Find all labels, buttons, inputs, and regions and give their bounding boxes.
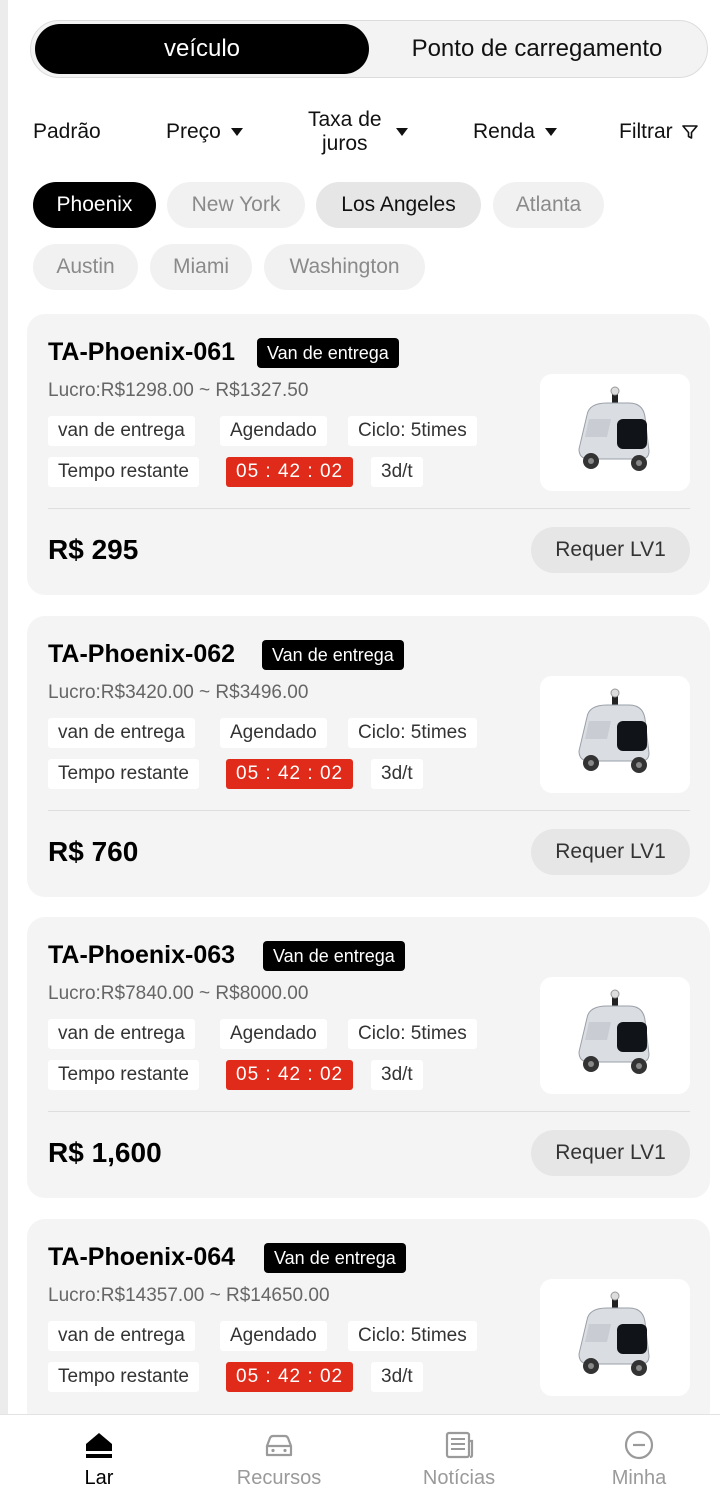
require-level-button[interactable]: Requer LV1	[531, 829, 690, 875]
vehicle-card-title: TA-Phoenix-063	[48, 941, 236, 969]
vehicle-card[interactable]: TA-Phoenix-061 Van de entrega Lucro:R$12…	[27, 314, 710, 595]
filter-label: Filtrar	[619, 120, 673, 143]
tag-status: Agendado	[220, 718, 327, 748]
nav-home[interactable]: Lar	[9, 1415, 189, 1501]
tag-type: van de entrega	[48, 1321, 195, 1351]
nav-news[interactable]: Notícias	[369, 1415, 549, 1501]
rate-tag: 3d/t	[371, 1060, 423, 1090]
app-screen: veículo Ponto de carregamento Padrão Pre…	[0, 0, 720, 1501]
require-level-button[interactable]: Requer LV1	[531, 527, 690, 573]
city-chip-miami[interactable]: Miami	[150, 244, 252, 290]
caret-down-icon	[230, 128, 243, 136]
delivery-robot-van-image	[578, 688, 650, 773]
left-edge	[0, 0, 8, 1500]
tag-cycle: Ciclo: 5times	[348, 1019, 477, 1049]
vehicle-image	[540, 374, 690, 491]
sort-income[interactable]: Renda	[473, 104, 557, 160]
sort-bar: Padrão Preço Taxa de juros Renda Filtrar	[0, 104, 720, 160]
sort-income-label: Renda	[473, 120, 535, 143]
tag-status: Agendado	[220, 416, 327, 446]
vehicle-card[interactable]: TA-Phoenix-063 Van de entrega Lucro:R$78…	[27, 917, 710, 1198]
sort-interest-label: Taxa de juros	[308, 108, 382, 156]
sort-price[interactable]: Preço	[166, 104, 243, 160]
rate-tag: 3d/t	[371, 1362, 423, 1392]
profit-range: Lucro:R$1298.00 ~ R$1327.50	[48, 380, 309, 401]
tag-status: Agendado	[220, 1321, 327, 1351]
sort-interest-line1: Taxa de	[308, 108, 382, 131]
city-chip-phoenix[interactable]: Phoenix	[33, 182, 156, 228]
vehicle-card-title: TA-Phoenix-064	[48, 1243, 236, 1271]
vehicle-card[interactable]: TA-Phoenix-064 Van de entrega Lucro:R$14…	[27, 1219, 710, 1429]
vehicle-type-tabs: veículo Ponto de carregamento	[30, 20, 708, 78]
car-icon	[265, 1434, 293, 1457]
vehicle-type-badge: Van de entrega	[262, 640, 404, 670]
vehicle-type-badge: Van de entrega	[263, 941, 405, 971]
sort-default[interactable]: Padrão	[33, 104, 101, 160]
city-chip-washington[interactable]: Washington	[264, 244, 425, 290]
sort-price-label: Preço	[166, 120, 221, 143]
nav-home-label: Lar	[84, 1467, 114, 1489]
city-chip-los-angeles[interactable]: Los Angeles	[316, 182, 481, 228]
require-level-button[interactable]: Requer LV1	[531, 1130, 690, 1176]
city-chip-austin[interactable]: Austin	[33, 244, 138, 290]
vehicle-card[interactable]: TA-Phoenix-062 Van de entrega Lucro:R$34…	[27, 616, 710, 897]
rate-tag: 3d/t	[371, 457, 423, 487]
tab-charging-point[interactable]: Ponto de carregamento	[369, 24, 705, 74]
countdown-timer: 05 : 42 : 02	[226, 457, 354, 487]
filter-icon	[681, 125, 698, 139]
vehicle-price: R$ 295	[48, 534, 139, 565]
tag-type: van de entrega	[48, 718, 195, 748]
caret-down-icon	[544, 128, 557, 136]
vehicle-card-title: TA-Phoenix-062	[48, 640, 236, 668]
nav-profile-label: Minha	[611, 1467, 667, 1489]
tag-cycle: Ciclo: 5times	[348, 416, 477, 446]
remaining-time-label: Tempo restante	[48, 759, 199, 789]
nav-resources-label: Recursos	[236, 1467, 322, 1489]
sort-interest-line2: juros	[322, 132, 368, 155]
card-divider	[48, 508, 690, 509]
profile-icon	[624, 1430, 654, 1460]
card-divider	[48, 1111, 690, 1112]
nav-news-label: Notícias	[422, 1467, 496, 1489]
countdown-timer: 05 : 42 : 02	[226, 1362, 354, 1392]
delivery-robot-van-image	[578, 1291, 650, 1376]
vehicle-card-title: TA-Phoenix-061	[48, 338, 236, 366]
delivery-robot-van-image	[578, 386, 650, 471]
card-divider	[48, 810, 690, 811]
bottom-navigation: Lar Recursos Notícias Minha	[0, 1414, 720, 1501]
vehicle-type-badge: Van de entrega	[257, 338, 399, 368]
countdown-timer: 05 : 42 : 02	[226, 1060, 354, 1090]
vehicle-type-badge: Van de entrega	[264, 1243, 406, 1273]
caret-down-icon	[395, 128, 408, 136]
remaining-time-label: Tempo restante	[48, 1362, 199, 1392]
tag-cycle: Ciclo: 5times	[348, 1321, 477, 1351]
city-chip-new-york[interactable]: New York	[167, 182, 305, 228]
remaining-time-label: Tempo restante	[48, 457, 199, 487]
home-icon	[86, 1433, 112, 1458]
tag-status: Agendado	[220, 1019, 327, 1049]
tag-cycle: Ciclo: 5times	[348, 718, 477, 748]
vehicle-price: R$ 760	[48, 836, 139, 867]
sort-interest-rate[interactable]: Taxa de juros	[308, 104, 408, 160]
vehicle-image	[540, 1279, 690, 1396]
remaining-time-label: Tempo restante	[48, 1060, 199, 1090]
rate-tag: 3d/t	[371, 759, 423, 789]
vehicle-image	[540, 676, 690, 793]
profit-range: Lucro:R$7840.00 ~ R$8000.00	[48, 983, 309, 1004]
nav-profile[interactable]: Minha	[549, 1415, 720, 1501]
sort-default-label: Padrão	[33, 120, 101, 143]
tag-type: van de entrega	[48, 416, 195, 446]
filter-button[interactable]: Filtrar	[619, 104, 699, 160]
nav-resources[interactable]: Recursos	[189, 1415, 369, 1501]
vehicle-price: R$ 1,600	[48, 1137, 162, 1168]
profit-range: Lucro:R$3420.00 ~ R$3496.00	[48, 682, 309, 703]
delivery-robot-van-image	[578, 989, 650, 1074]
news-icon	[445, 1431, 474, 1459]
city-chip-atlanta[interactable]: Atlanta	[493, 182, 604, 228]
countdown-timer: 05 : 42 : 02	[226, 759, 354, 789]
vehicle-image	[540, 977, 690, 1094]
tab-vehicle[interactable]: veículo	[35, 24, 369, 74]
profit-range: Lucro:R$14357.00 ~ R$14650.00	[48, 1285, 330, 1306]
tag-type: van de entrega	[48, 1019, 195, 1049]
